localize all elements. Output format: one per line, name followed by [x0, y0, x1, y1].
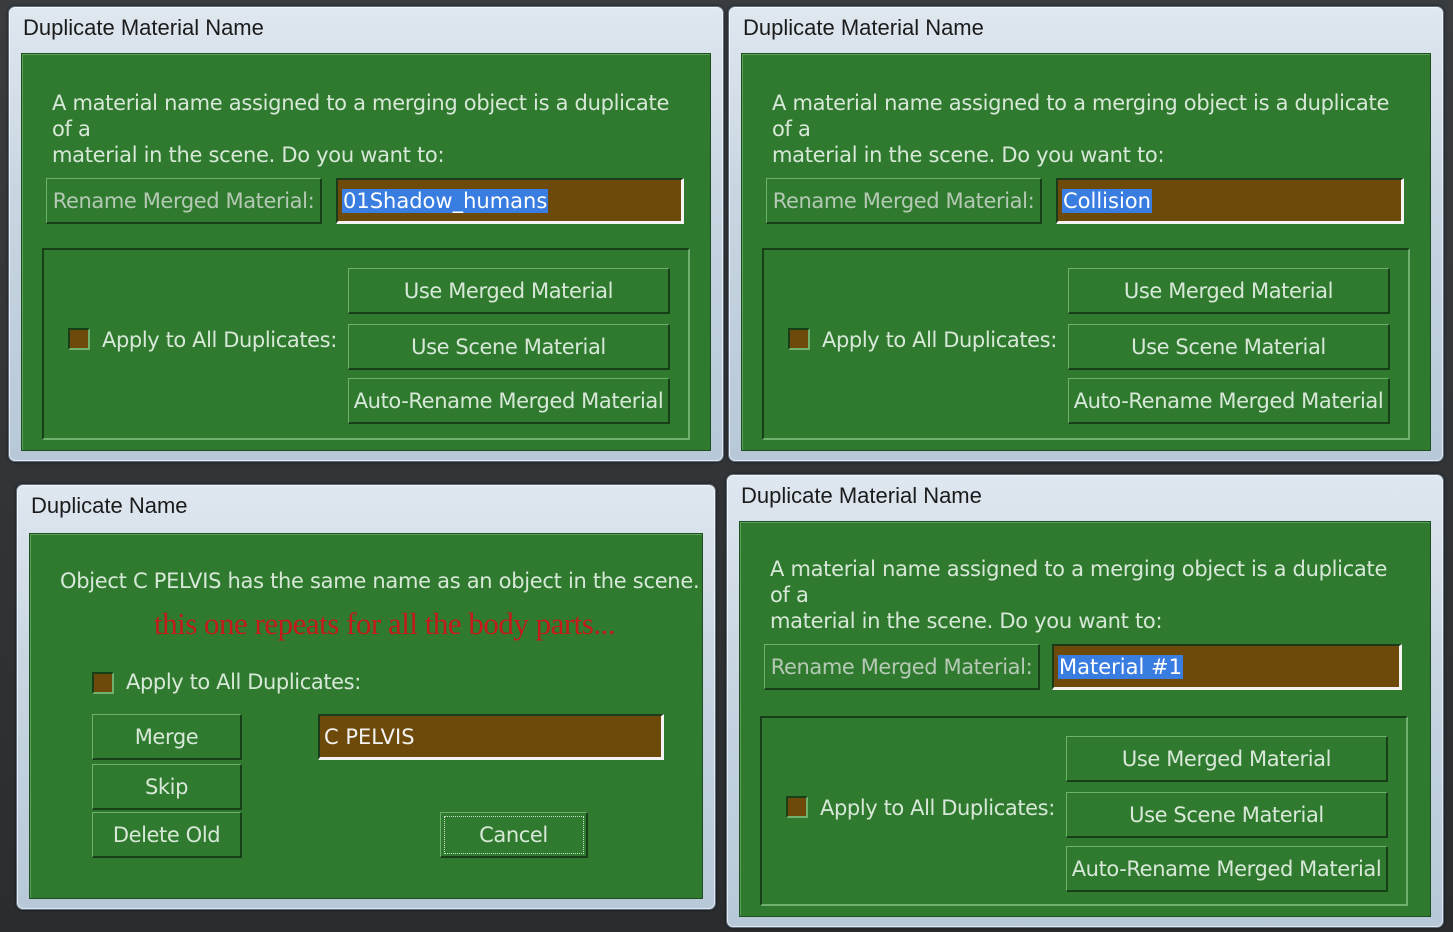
title-bar[interactable]: Duplicate Material Name: [9, 7, 723, 49]
title-bar[interactable]: Duplicate Material Name: [727, 475, 1443, 517]
merge-button[interactable]: Merge: [92, 714, 242, 760]
annotation-note: this one repeats for all the body parts.…: [154, 606, 616, 641]
dialog-title: Duplicate Material Name: [741, 483, 982, 508]
rename-field-value: Collision: [1062, 188, 1152, 213]
title-bar[interactable]: Duplicate Material Name: [729, 7, 1443, 49]
duplicate-options-group: Apply to All Duplicates: Use Merged Mate…: [760, 716, 1408, 906]
dialog-title: Duplicate Material Name: [23, 15, 264, 40]
cancel-button[interactable]: Cancel: [440, 812, 588, 858]
message-text: A material name assigned to a merging ob…: [772, 90, 1412, 168]
dialog-title: Duplicate Material Name: [743, 15, 984, 40]
delete-old-button[interactable]: Delete Old: [92, 812, 242, 858]
object-name-field[interactable]: C PELVIS: [318, 714, 664, 760]
apply-all-label: Apply to All Duplicates:: [102, 328, 337, 352]
use-merged-material-button[interactable]: Use Merged Material: [348, 268, 670, 314]
apply-all-label: Apply to All Duplicates:: [820, 796, 1055, 820]
rename-merged-material-button[interactable]: Rename Merged Material:: [764, 644, 1040, 690]
message-text: A material name assigned to a merging ob…: [770, 556, 1410, 634]
rename-field[interactable]: 01Shadow_humans: [336, 178, 684, 224]
apply-all-checkbox[interactable]: [788, 328, 810, 350]
message-line-2: material in the scene. Do you want to:: [770, 609, 1163, 633]
use-merged-material-button[interactable]: Use Merged Material: [1066, 736, 1388, 782]
auto-rename-merged-material-button[interactable]: Auto-Rename Merged Material: [1068, 378, 1390, 424]
dialog-duplicate-name-bottom-left: Duplicate Name Object C PELVIS has the s…: [16, 484, 716, 910]
object-name-value: C PELVIS: [324, 724, 415, 749]
apply-all-label: Apply to All Duplicates:: [822, 328, 1057, 352]
dialog-duplicate-material-bottom-right: Duplicate Material Name A material name …: [726, 474, 1444, 928]
duplicate-options-group: Apply to All Duplicates: Use Merged Mate…: [762, 248, 1410, 440]
dialog-title: Duplicate Name: [31, 493, 188, 518]
dialog-body: Object C PELVIS has the same name as an …: [29, 533, 703, 899]
message-line-1: A material name assigned to a merging ob…: [52, 91, 670, 141]
skip-button[interactable]: Skip: [92, 764, 242, 810]
duplicate-options-group: Apply to All Duplicates: Use Merged Mate…: [42, 248, 690, 440]
message-text: Object C PELVIS has the same name as an …: [60, 569, 700, 593]
rename-merged-material-button[interactable]: Rename Merged Material:: [766, 178, 1042, 224]
message-line-2: material in the scene. Do you want to:: [772, 143, 1165, 167]
dialog-duplicate-material-top-left: Duplicate Material Name A material name …: [8, 6, 724, 462]
message-line-1: A material name assigned to a merging ob…: [770, 557, 1388, 607]
dialog-duplicate-material-top-right: Duplicate Material Name A material name …: [728, 6, 1444, 462]
apply-all-label: Apply to All Duplicates:: [126, 670, 361, 694]
rename-field-value: 01Shadow_humans: [342, 188, 549, 213]
auto-rename-merged-material-button[interactable]: Auto-Rename Merged Material: [348, 378, 670, 424]
dialog-body: A material name assigned to a merging ob…: [21, 53, 711, 451]
dialog-body: A material name assigned to a merging ob…: [739, 521, 1431, 917]
dialog-body: A material name assigned to a merging ob…: [741, 53, 1431, 451]
rename-field-value: Material #1: [1058, 654, 1183, 679]
rename-merged-material-button[interactable]: Rename Merged Material:: [46, 178, 322, 224]
title-bar[interactable]: Duplicate Name: [17, 485, 715, 527]
rename-field[interactable]: Collision: [1056, 178, 1404, 224]
message-line-2: material in the scene. Do you want to:: [52, 143, 445, 167]
use-scene-material-button[interactable]: Use Scene Material: [348, 324, 670, 370]
message-text: A material name assigned to a merging ob…: [52, 90, 692, 168]
use-merged-material-button[interactable]: Use Merged Material: [1068, 268, 1390, 314]
message-line-1: A material name assigned to a merging ob…: [772, 91, 1390, 141]
use-scene-material-button[interactable]: Use Scene Material: [1066, 792, 1388, 838]
apply-all-checkbox[interactable]: [68, 328, 90, 350]
apply-all-checkbox[interactable]: [92, 672, 114, 694]
rename-field[interactable]: Material #1: [1052, 644, 1402, 690]
auto-rename-merged-material-button[interactable]: Auto-Rename Merged Material: [1066, 846, 1388, 892]
apply-all-checkbox[interactable]: [786, 796, 808, 818]
use-scene-material-button[interactable]: Use Scene Material: [1068, 324, 1390, 370]
